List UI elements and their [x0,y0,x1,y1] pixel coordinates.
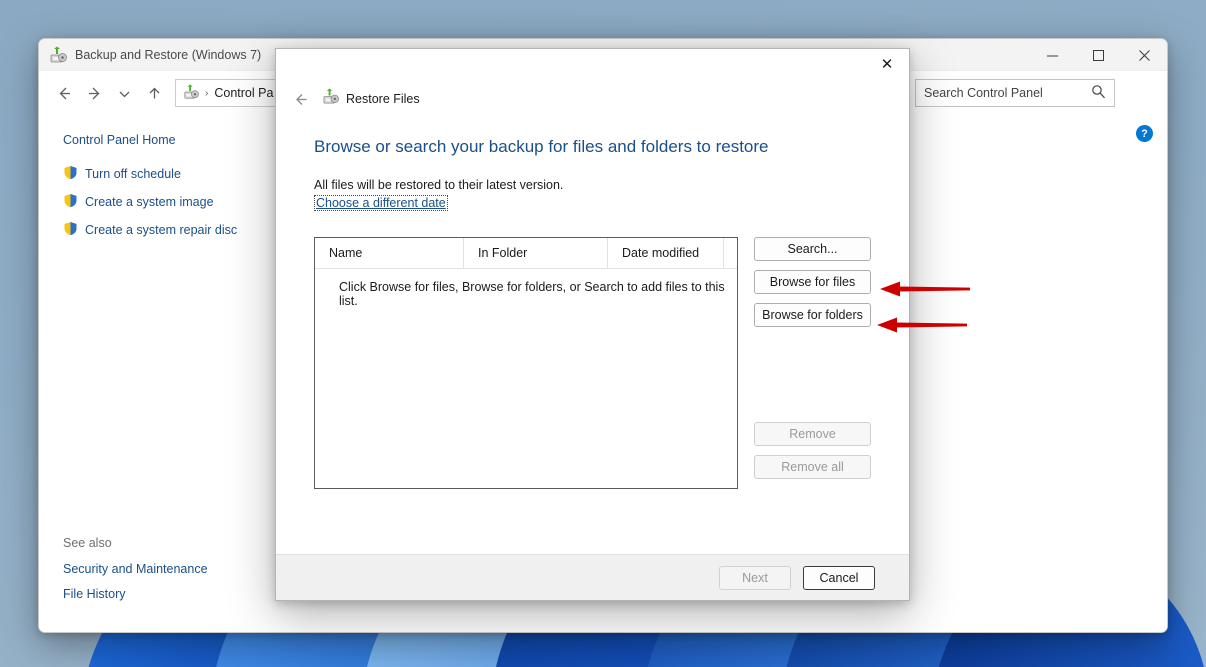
column-header-spacer [724,238,737,268]
close-button[interactable] [1121,39,1167,71]
backup-restore-icon [49,46,67,64]
dialog-back-icon[interactable] [289,87,313,111]
see-also-link-security-and-maintenance[interactable]: Security and Maintenance [63,562,208,576]
browse-for-files-button[interactable]: Browse for files [754,270,871,294]
minimize-button[interactable] [1029,39,1075,71]
restore-file-list[interactable]: Name In Folder Date modified Click Brows… [314,237,739,489]
uac-shield-icon [63,193,78,211]
see-also-link-file-history[interactable]: File History [63,587,208,601]
column-header-date-modified[interactable]: Date modified [608,238,724,268]
cancel-button[interactable]: Cancel [803,565,875,590]
file-list-header: Name In Folder Date modified [315,238,738,269]
dialog-action-buttons: Search... Browse for files Browse for fo… [754,237,871,489]
restore-files-dialog: ✕ Restore Files Browse or search your ba… [275,48,910,601]
dialog-header: Restore Files [276,49,909,111]
recent-locations-icon[interactable] [109,78,139,108]
remove-button[interactable]: Remove [754,422,871,446]
help-icon[interactable]: ? [1136,125,1153,142]
column-header-name[interactable]: Name [315,238,464,268]
sidebar-item-label: Create a system repair disc [85,223,238,237]
sidebar-item-turn-off-schedule[interactable]: Turn off schedule [63,165,267,183]
search-button[interactable]: Search... [754,237,871,261]
uac-shield-icon [63,165,78,183]
uac-shield-icon [63,221,78,239]
search-input[interactable]: Search Control Panel [915,79,1115,107]
dialog-note: All files will be restored to their late… [314,178,564,192]
window-title: Backup and Restore (Windows 7) [75,47,262,62]
back-icon[interactable] [49,78,79,108]
dialog-body: Browse or search your backup for files a… [276,111,909,554]
next-button[interactable]: Next [719,565,791,590]
dialog-close-button[interactable]: ✕ [865,49,909,79]
search-placeholder: Search Control Panel [924,86,1043,100]
sidebar-item-create-a-system-image[interactable]: Create a system image [63,193,267,211]
dialog-footer: Next Cancel [276,554,909,600]
column-header-in-folder[interactable]: In Folder [464,238,608,268]
window-controls [1029,39,1167,71]
remove-all-button[interactable]: Remove all [754,455,871,479]
choose-a-different-date-link[interactable]: Choose a different date [314,195,448,211]
see-also-section: See also Security and Maintenance File H… [63,536,208,612]
see-also-heading: See also [63,536,112,550]
maximize-button[interactable] [1075,39,1121,71]
forward-icon[interactable] [79,78,109,108]
sidebar-item-label: Turn off schedule [85,167,181,181]
up-icon[interactable] [139,78,169,108]
dialog-heading: Browse or search your backup for files a… [314,137,769,156]
dialog-main-area: Name In Folder Date modified Click Brows… [314,237,871,489]
search-icon[interactable] [1091,84,1106,102]
restore-files-icon [322,88,339,110]
browse-for-folders-button[interactable]: Browse for folders [754,303,871,327]
breadcrumb-icon [183,83,199,103]
file-list-empty-message: Click Browse for files, Browse for folde… [339,280,725,308]
sidebar-item-control-panel-home[interactable]: Control Panel Home [63,133,267,147]
dialog-title: Restore Files [346,92,420,106]
sidebar-item-label: Create a system image [85,195,214,209]
sidebar-item-create-a-system-repair-disc[interactable]: Create a system repair disc [63,221,267,239]
sidebar: Control Panel Home Turn off schedule Cre… [39,115,267,632]
breadcrumb-separator: › [205,87,209,99]
desktop: Backup and Restore (Windows 7) › Control… [0,0,1206,667]
breadcrumb-segment[interactable]: Control Pa [214,86,273,100]
